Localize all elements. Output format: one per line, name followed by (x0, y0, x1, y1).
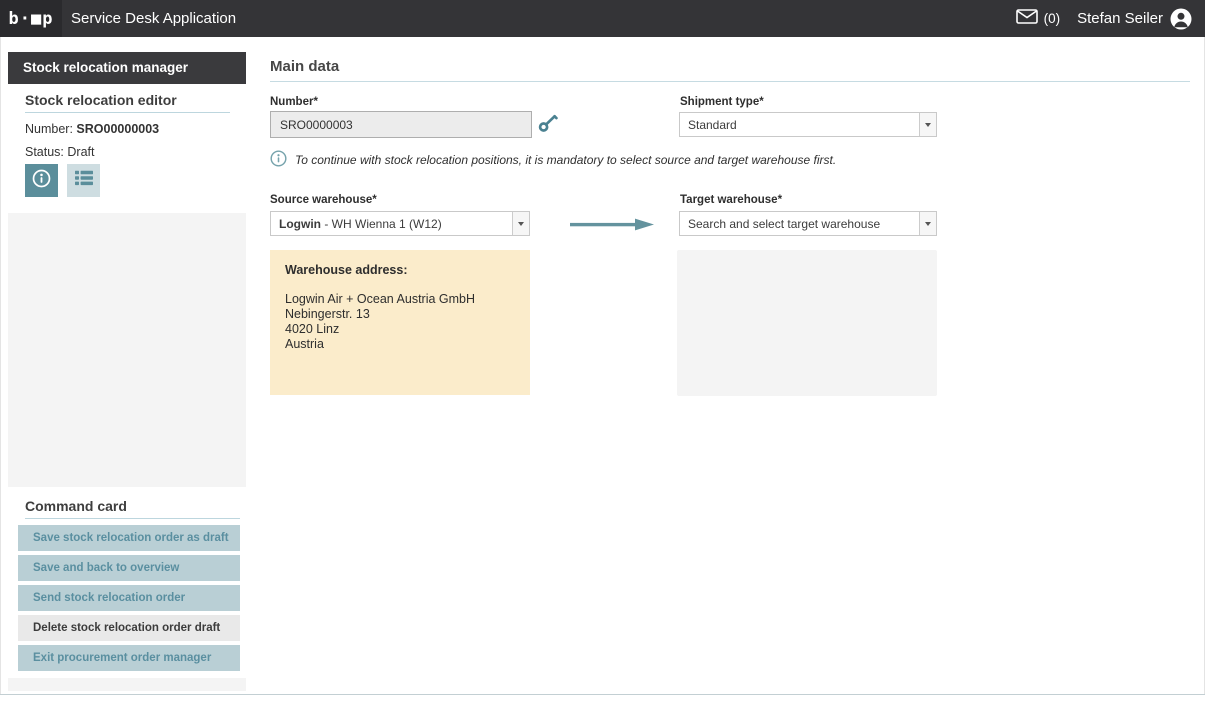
topbar-right: (0) Stefan Seiler (1016, 0, 1192, 37)
tab-positions-button[interactable] (67, 164, 100, 197)
sidebar-empty-panel (8, 213, 246, 487)
send-order-button[interactable]: Send stock relocation order (18, 585, 240, 611)
user-name[interactable]: Stefan Seiler (1077, 10, 1163, 27)
info-message: To continue with stock relocation positi… (295, 153, 836, 167)
save-as-draft-button[interactable]: Save stock relocation order as draft (18, 525, 240, 551)
warehouse-address-title: Warehouse address: (285, 263, 515, 277)
app-logo[interactable]: b·■p (0, 0, 62, 37)
arrow-right-icon (570, 218, 654, 236)
page-bottom-border (0, 694, 1205, 695)
app-title: Service Desk Application (71, 10, 236, 27)
delete-draft-button[interactable]: Delete stock relocation order draft (18, 615, 240, 641)
topbar: b·■p Service Desk Application (0) Stefan… (0, 0, 1205, 37)
target-warehouse-select[interactable]: Search and select target warehouse (679, 211, 937, 236)
target-warehouse-address-placeholder (677, 250, 937, 396)
number-label: Number: (25, 122, 73, 136)
dropdown-button[interactable] (919, 212, 936, 235)
dropdown-button[interactable] (512, 212, 529, 235)
mail-icon[interactable] (1016, 9, 1038, 29)
status-value: Draft (67, 145, 94, 159)
source-warehouse-value-bold: Logwin (279, 217, 321, 231)
source-warehouse-value: Logwin - WH Wienna 1 (W12) (271, 217, 512, 231)
sidebar-number-row: Number: SRO00000003 (25, 122, 159, 136)
key-icon[interactable] (538, 114, 558, 138)
divider (25, 112, 230, 113)
address-line: Nebingerstr. 13 (285, 307, 515, 322)
list-icon (75, 170, 93, 191)
exit-manager-button[interactable]: Exit procurement order manager (18, 645, 240, 671)
sidebar-status-row: Status: Draft (25, 145, 95, 159)
shipment-type-select[interactable]: Standard (679, 112, 937, 137)
number-value: SRO00000003 (76, 122, 159, 136)
number-field-label: Number* (270, 96, 318, 108)
info-icon (32, 169, 51, 193)
shipment-type-value: Standard (680, 118, 919, 132)
address-line: Austria (285, 337, 515, 352)
info-circle-icon (270, 150, 287, 172)
command-card-title: Command card (25, 498, 127, 514)
sidebar-editor-title: Stock relocation editor (25, 92, 177, 108)
save-and-back-button[interactable]: Save and back to overview (18, 555, 240, 581)
address-line: Logwin Air + Ocean Austria GmbH (285, 292, 515, 307)
dropdown-button[interactable] (919, 113, 936, 136)
shipment-type-label: Shipment type* (680, 96, 764, 108)
chevron-down-icon (925, 222, 931, 226)
source-warehouse-select[interactable]: Logwin - WH Wienna 1 (W12) (270, 211, 530, 236)
source-warehouse-label: Source warehouse* (270, 194, 377, 206)
address-line: 4020 Linz (285, 322, 515, 337)
sidebar-header-stock-relocation-manager: Stock relocation manager (8, 52, 246, 84)
number-input[interactable] (270, 111, 532, 138)
target-warehouse-placeholder: Search and select target warehouse (680, 217, 919, 231)
source-warehouse-address-card: Warehouse address: Logwin Air + Ocean Au… (270, 250, 530, 395)
sidebar-bottom-strip (8, 678, 246, 691)
tab-main-data-button[interactable] (25, 164, 58, 197)
status-label: Status: (25, 145, 64, 159)
mail-count: (0) (1044, 11, 1061, 26)
divider (270, 81, 1190, 82)
chevron-down-icon (925, 123, 931, 127)
source-warehouse-value-rest: - WH Wienna 1 (W12) (321, 217, 442, 231)
mailbox-button[interactable]: (0) (1016, 9, 1061, 29)
divider (25, 518, 240, 519)
page-title: Main data (270, 58, 339, 75)
chevron-down-icon (518, 222, 524, 226)
target-warehouse-label: Target warehouse* (680, 194, 782, 206)
user-avatar-icon[interactable] (1170, 8, 1192, 30)
